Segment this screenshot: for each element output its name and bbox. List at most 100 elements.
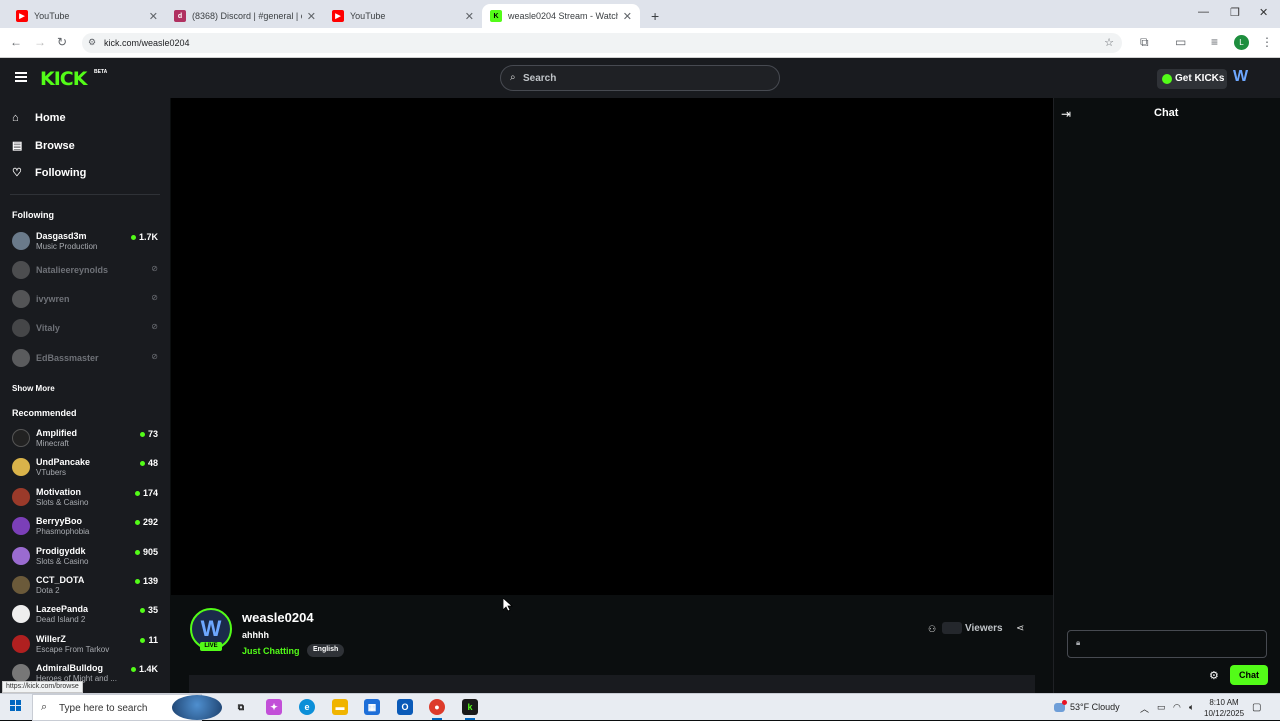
channel-category: Dead Island 2 <box>36 615 86 624</box>
hamburger-menu-icon[interactable] <box>15 72 27 82</box>
get-kicks-button[interactable]: Get KICKs <box>1157 69 1227 89</box>
divider <box>10 194 160 195</box>
kick-app-icon[interactable]: k <box>462 699 478 720</box>
recommended-channel[interactable]: WillerZ Escape From Tarkov 11 <box>12 632 162 658</box>
channel-name: LazeePanda <box>36 604 89 614</box>
sidebar-item-following[interactable]: ♡ Following <box>12 166 86 180</box>
channel-name: EdBassmaster <box>36 353 99 363</box>
chrome-icon[interactable]: ● <box>429 699 445 720</box>
recommended-channel[interactable]: Amplified Minecraft 73 <box>12 426 162 452</box>
chat-send-button[interactable]: Chat <box>1230 665 1268 685</box>
channel-category: Music Production <box>36 242 98 251</box>
sidebar-item-browse[interactable]: ▤ Browse <box>12 139 75 153</box>
channel-category: Phasmophobia <box>36 527 90 536</box>
tab-label: (8368) Discord | #general | c <box>192 11 302 21</box>
copilot-icon[interactable]: ✦ <box>266 699 282 715</box>
live-badge: LIVE <box>200 642 222 651</box>
network-icon[interactable]: ▭ <box>1157 702 1166 713</box>
clock-time: 8:10 AM <box>1209 698 1239 707</box>
chat-input[interactable]: 🔒︎ <box>1067 630 1267 658</box>
viewer-count: 139 <box>135 576 158 586</box>
following-channel-offline[interactable]: Natalieereynolds ⊘ <box>12 258 162 284</box>
clock[interactable]: 8:10 AM 10/12/2025 <box>1204 697 1244 719</box>
url-field[interactable]: ⚙ kick.com/weasle0204 ☆ <box>82 33 1122 53</box>
forward-icon[interactable]: → <box>34 35 46 49</box>
collapse-chat-icon[interactable]: ⇥ <box>1061 107 1071 121</box>
tray-chevron-icon[interactable]: ︿ <box>1140 702 1149 715</box>
restore-icon[interactable]: ❐ <box>1230 6 1240 19</box>
viewer-count-placeholder <box>942 622 962 634</box>
avatar <box>12 635 30 653</box>
close-icon[interactable]: ✕ <box>149 10 158 23</box>
video-player[interactable] <box>171 98 1053 595</box>
language-tag[interactable]: English <box>307 644 345 657</box>
search-placeholder: Search <box>523 73 557 84</box>
file-explorer-icon[interactable]: ▬ <box>332 699 348 715</box>
stream-title: ahhhh <box>242 630 269 640</box>
profile-avatar[interactable]: L <box>1234 35 1249 50</box>
notifications-icon[interactable]: ▢ <box>1252 702 1261 713</box>
windows-start-icon[interactable] <box>10 700 22 712</box>
back-icon[interactable]: ← <box>10 35 22 49</box>
wifi-icon[interactable]: ◠ <box>1173 702 1181 713</box>
reload-icon[interactable]: ↻ <box>57 35 67 49</box>
channel-name: ivywren <box>36 294 70 304</box>
extensions-icon[interactable]: ⧉ <box>1140 35 1149 50</box>
viewer-count: 11 <box>140 635 158 645</box>
task-view-icon[interactable]: ⧉ <box>233 699 249 715</box>
following-channel-offline[interactable]: Vitaly ⊘ <box>12 316 162 342</box>
outlook-icon[interactable]: O <box>397 699 413 715</box>
bookmark-star-icon[interactable]: ☆ <box>1104 36 1114 49</box>
avatar <box>12 319 30 337</box>
media-icon[interactable]: ≡ <box>1211 35 1218 49</box>
gear-icon[interactable]: ⚙ <box>1209 669 1219 682</box>
menu-dots-icon[interactable]: ⋮ <box>1261 35 1273 49</box>
link-status-bubble: https://kick.com/browse <box>2 681 83 693</box>
offline-icon: ⊘ <box>151 352 158 361</box>
heart-icon: ♡ <box>12 167 22 179</box>
share-icon[interactable]: ⋖ <box>1016 623 1024 634</box>
close-icon[interactable]: ✕ <box>623 10 632 23</box>
viewer-count: 1.7K <box>131 232 158 242</box>
plus-icon: + <box>651 8 660 24</box>
following-channel-offline[interactable]: ivywren ⊘ <box>12 287 162 313</box>
browser-tab[interactable]: ▶ YouTube ✕ <box>8 4 166 28</box>
channel-category: Escape From Tarkov <box>36 645 110 654</box>
channel-name: BerryyBoo <box>36 516 83 526</box>
avatar <box>12 290 30 308</box>
recommended-channel[interactable]: BerryyBoo Phasmophobia 292 <box>12 514 162 540</box>
volume-icon[interactable]: 🔈︎ <box>1189 702 1194 713</box>
recommended-channel[interactable]: Prodigyddk Slots & Casino 905 <box>12 544 162 570</box>
new-tab-button[interactable]: + <box>643 4 667 28</box>
recommended-channel[interactable]: LazeePanda Dead Island 2 35 <box>12 602 162 628</box>
minimize-icon[interactable]: — <box>1198 6 1209 18</box>
kick-logo[interactable]: KICK <box>40 68 87 90</box>
weather-widget[interactable]: 53°F Cloudy <box>1054 700 1120 713</box>
viewer-count: 35 <box>140 605 158 615</box>
browser-tab[interactable]: d (8368) Discord | #general | c ✕ <box>166 4 324 28</box>
browser-tab-active[interactable]: K weasle0204 Stream - Watch Live ✕ <box>482 4 640 28</box>
close-icon[interactable]: ✕ <box>307 10 316 23</box>
recommended-channel[interactable]: CCT_DOTA Dota 2 139 <box>12 573 162 599</box>
user-avatar[interactable]: W <box>1233 68 1253 88</box>
window-close-icon[interactable]: ✕ <box>1259 6 1268 19</box>
close-icon[interactable]: ✕ <box>465 10 474 23</box>
stream-category-link[interactable]: Just Chatting <box>242 646 300 656</box>
recommended-channel[interactable]: Motivation Slots & Casino 174 <box>12 485 162 511</box>
search-input[interactable]: ⌕ Search <box>500 65 780 91</box>
recommended-channel[interactable]: UndPancake VTubers 48 <box>12 455 162 481</box>
browse-icon: ▤ <box>12 140 23 152</box>
nav-label: Browse <box>35 139 75 152</box>
cast-icon[interactable]: ▭ <box>1175 35 1186 49</box>
site-info-icon[interactable]: ⚙ <box>88 37 96 48</box>
sidebar-item-home[interactable]: ⌂ Home <box>12 112 66 124</box>
following-channel-offline[interactable]: EdBassmaster ⊘ <box>12 346 162 372</box>
edge-icon[interactable]: e <box>299 699 315 715</box>
following-channel[interactable]: Dasgasd3m Music Production 1.7K <box>12 229 162 255</box>
channel-name[interactable]: weasle0204 <box>242 610 314 625</box>
avatar <box>12 488 30 506</box>
search-highlight-image[interactable] <box>172 695 222 720</box>
browser-tab[interactable]: ▶ YouTube ✕ <box>324 4 482 28</box>
store-icon[interactable]: ▦ <box>364 699 380 715</box>
show-more-link[interactable]: Show More <box>12 384 55 393</box>
